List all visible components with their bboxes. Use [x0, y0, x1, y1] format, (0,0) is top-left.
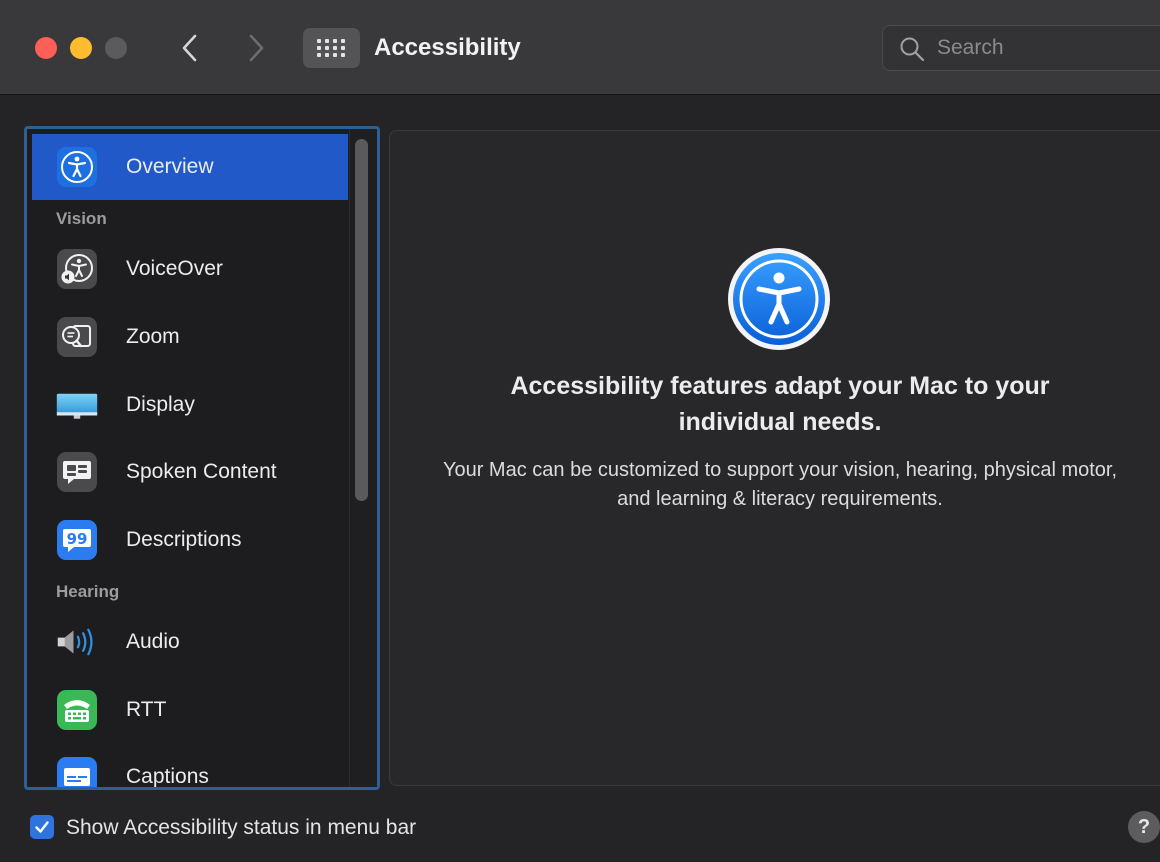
audio-icon [56, 621, 98, 663]
sidebar-item-label: Overview [126, 155, 214, 178]
show-all-preferences-button[interactable] [303, 28, 360, 68]
sidebar: Overview Vision VoiceOver Zoom Display S… [24, 126, 380, 790]
accessibility-icon [56, 146, 98, 188]
checkmark-icon [35, 821, 49, 833]
back-button[interactable] [170, 28, 210, 68]
svg-text:99: 99 [67, 530, 88, 548]
minimize-window-button[interactable] [70, 37, 92, 59]
sidebar-item-overview[interactable]: Overview [32, 134, 348, 200]
sidebar-item-label: RTT [126, 698, 167, 721]
sidebar-item-rtt[interactable]: RTT [32, 677, 348, 743]
sidebar-item-voiceover[interactable]: VoiceOver [32, 236, 348, 302]
sidebar-item-descriptions[interactable]: 99 Descriptions [32, 507, 348, 573]
forward-button[interactable] [236, 28, 276, 68]
accessibility-status-label[interactable]: Show Accessibility status in menu bar [66, 815, 416, 841]
chevron-left-icon [182, 34, 197, 62]
sidebar-item-audio[interactable]: Audio [32, 609, 348, 675]
sidebar-item-label: Spoken Content [126, 460, 277, 483]
chevron-right-icon [249, 34, 264, 62]
zoom-icon [56, 316, 98, 358]
rtt-icon [56, 689, 98, 731]
sidebar-scrollbar-thumb[interactable] [355, 139, 368, 501]
sidebar-item-zoom[interactable]: Zoom [32, 304, 348, 370]
window-title: Accessibility [374, 34, 521, 61]
help-button[interactable]: ? [1128, 811, 1160, 843]
zoom-window-button[interactable] [105, 37, 127, 59]
spoken-content-icon [56, 451, 98, 493]
search-icon [900, 37, 925, 62]
accessibility-icon [726, 246, 832, 352]
descriptions-icon: 99 [56, 519, 98, 561]
close-window-button[interactable] [35, 37, 57, 59]
sidebar-item-label: Audio [126, 630, 180, 653]
detail-description: Your Mac can be customized to support yo… [442, 459, 1118, 510]
detail-pane: Accessibility features adapt your Mac to… [389, 130, 1160, 786]
sidebar-item-label: Captions [126, 765, 209, 788]
voiceover-icon [56, 248, 98, 290]
display-icon [56, 384, 98, 426]
titlebar: Accessibility [0, 0, 1160, 95]
search-field[interactable] [882, 25, 1160, 71]
sidebar-item-spoken-content[interactable]: Spoken Content [32, 439, 348, 505]
section-header-hearing: Hearing [56, 582, 120, 601]
grid-icon [316, 39, 345, 57]
sidebar-item-label: Display [126, 393, 195, 416]
sidebar-item-label: Descriptions [126, 528, 242, 551]
accessibility-status-checkbox[interactable] [30, 815, 54, 839]
section-header-vision: Vision [56, 209, 107, 228]
captions-icon [56, 756, 98, 787]
search-input[interactable] [937, 34, 1157, 62]
sidebar-item-label: Zoom [126, 325, 180, 348]
detail-headline: Accessibility features adapt your Mac to… [510, 372, 1050, 436]
sidebar-item-captions[interactable]: Captions [32, 744, 348, 788]
sidebar-item-label: VoiceOver [126, 257, 223, 280]
sidebar-item-display[interactable]: Display [32, 372, 348, 438]
